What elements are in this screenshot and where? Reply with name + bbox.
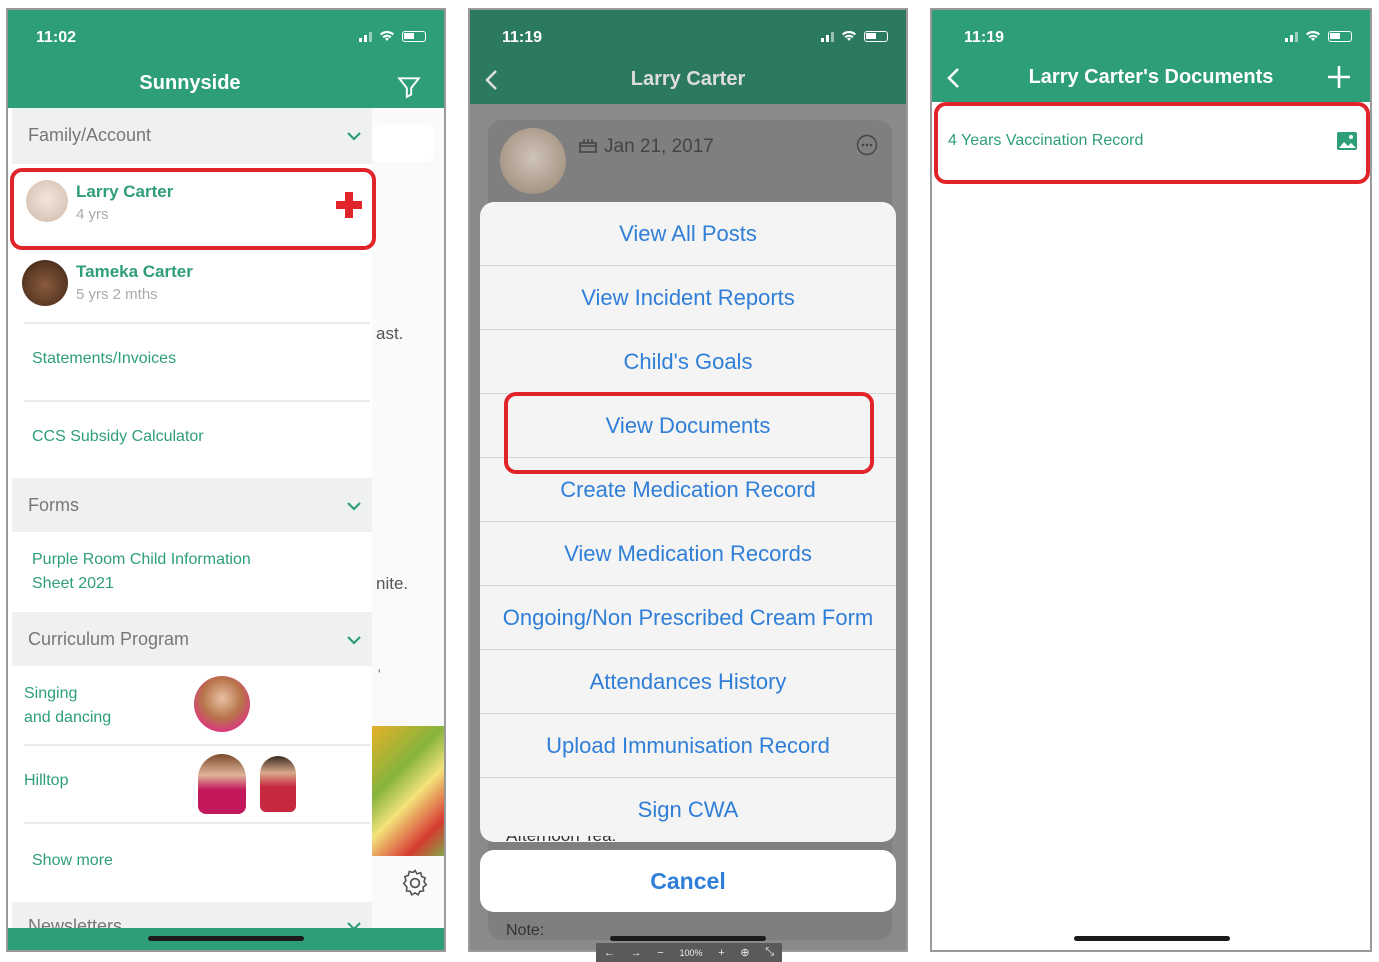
teacher-photo bbox=[198, 754, 246, 814]
teacher-photo bbox=[260, 756, 296, 812]
wifi-icon bbox=[842, 30, 856, 41]
battery-icon bbox=[402, 30, 426, 42]
menu-view-incident-reports[interactable]: View Incident Reports bbox=[480, 266, 896, 330]
chevron-down-icon bbox=[347, 132, 361, 141]
battery-icon bbox=[1328, 30, 1352, 42]
battery-icon bbox=[864, 30, 888, 42]
avatar bbox=[500, 128, 566, 194]
chevron-down-icon bbox=[347, 636, 361, 645]
post-date: Jan 21, 2017 bbox=[604, 136, 714, 157]
link-statements-invoices[interactable]: Statements/Invoices bbox=[32, 350, 176, 368]
menu-view-medication-records[interactable]: View Medication Records bbox=[480, 522, 896, 586]
form-item[interactable]: Purple Room Child Information Sheet 2021 bbox=[32, 548, 251, 596]
link-ccs-subsidy-calculator[interactable]: CCS Subsidy Calculator bbox=[32, 428, 204, 446]
section-family-account[interactable]: Family/Account bbox=[12, 108, 372, 164]
note-label: Note: bbox=[506, 922, 545, 939]
zoom-fit-icon[interactable]: ⊕ bbox=[740, 946, 749, 959]
more-options-icon[interactable] bbox=[856, 134, 878, 156]
background-text-c: ' bbox=[378, 666, 381, 682]
highlight-box-document bbox=[934, 102, 1370, 184]
zoom-in-icon[interactable]: + bbox=[718, 947, 724, 959]
page-title: Larry Carter's Documents bbox=[1028, 66, 1274, 88]
signal-icon bbox=[1285, 30, 1298, 42]
teacher-avatar bbox=[194, 676, 250, 732]
background-search-field bbox=[372, 124, 434, 162]
background-text-b: nite. bbox=[376, 574, 409, 593]
cancel-button[interactable]: Cancel bbox=[480, 850, 896, 912]
child-name: Tameka Carter bbox=[76, 262, 193, 281]
section-curriculum-program[interactable]: Curriculum Program bbox=[12, 612, 372, 666]
zoom-out-icon[interactable]: − bbox=[657, 947, 663, 959]
fruit-image bbox=[372, 726, 444, 856]
status-time: 11:19 bbox=[502, 29, 543, 46]
section-forms[interactable]: Forms bbox=[12, 478, 372, 532]
home-indicator bbox=[1074, 936, 1230, 941]
action-sheet: View All Posts View Incident Reports Chi… bbox=[480, 202, 896, 842]
avatar bbox=[22, 260, 68, 306]
phone-screen-action-menu: 11:19 Larry Carter Jan 21, 2017 View All… bbox=[468, 8, 908, 952]
home-indicator bbox=[610, 936, 766, 941]
status-time: 11:02 bbox=[36, 29, 77, 46]
status-bar: 11:02 bbox=[8, 10, 444, 66]
birthday-cake-icon bbox=[579, 139, 597, 153]
signal-icon bbox=[359, 30, 372, 42]
phone-screen-documents: 11:19 Larry Carter's Documents 4 Years V… bbox=[930, 8, 1372, 952]
link-show-more[interactable]: Show more bbox=[32, 852, 113, 870]
phone-screen-home: 11:02 Sunnyside ast. ' nite. Family/Acco… bbox=[6, 8, 446, 952]
expand-icon[interactable]: ⤡ bbox=[765, 946, 774, 959]
curriculum-item[interactable]: Hilltop bbox=[24, 772, 68, 790]
filter-icon[interactable] bbox=[396, 74, 422, 100]
status-time: 11:19 bbox=[964, 29, 1005, 46]
menu-cream-form[interactable]: Ongoing/Non Prescribed Cream Form bbox=[480, 586, 896, 650]
child-row-tameka[interactable]: Tameka Carter 5 yrs 2 mths bbox=[12, 250, 372, 322]
menu-upload-immunisation-record[interactable]: Upload Immunisation Record bbox=[480, 714, 896, 778]
add-icon[interactable] bbox=[1326, 64, 1352, 90]
arrow-left-icon[interactable]: ← bbox=[604, 947, 615, 959]
home-indicator bbox=[148, 936, 304, 941]
chevron-down-icon bbox=[347, 502, 361, 511]
signal-icon bbox=[821, 30, 834, 42]
menu-attendances-history[interactable]: Attendances History bbox=[480, 650, 896, 714]
background-text: Afternoon Tea: bbox=[506, 836, 616, 846]
settings-gear-icon[interactable] bbox=[400, 868, 430, 898]
menu-view-all-posts[interactable]: View All Posts bbox=[480, 202, 896, 266]
highlight-box-larry bbox=[10, 168, 376, 250]
page-title: Sunnyside bbox=[139, 72, 241, 94]
child-age: 5 yrs 2 mths bbox=[76, 286, 158, 303]
zoom-toolbar: ← → − 100% + ⊕ ⤡ bbox=[596, 943, 782, 962]
arrow-right-icon[interactable]: → bbox=[631, 947, 642, 959]
menu-childs-goals[interactable]: Child's Goals bbox=[480, 330, 896, 394]
background-text-a: ast. bbox=[376, 324, 404, 343]
page-title: Larry Carter bbox=[630, 68, 746, 90]
wifi-icon bbox=[1306, 30, 1320, 41]
menu-sign-cwa[interactable]: Sign CWA bbox=[480, 778, 896, 842]
curriculum-item[interactable]: Singing and dancing bbox=[24, 682, 111, 730]
highlight-box-view-documents bbox=[504, 392, 874, 474]
background-screen: ast. ' nite. bbox=[372, 108, 444, 950]
wifi-icon bbox=[380, 30, 394, 41]
zoom-level: 100% bbox=[679, 947, 703, 958]
